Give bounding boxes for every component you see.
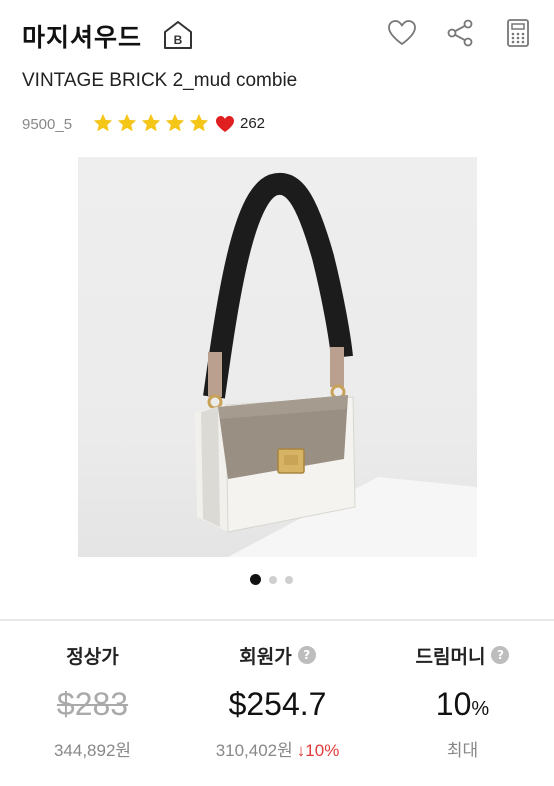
star-icon bbox=[93, 113, 113, 132]
star-icon bbox=[141, 113, 161, 132]
member-price-label-text: 회원가 bbox=[239, 645, 292, 668]
header: 마지셔우드 B bbox=[0, 0, 554, 70]
carousel-dot[interactable] bbox=[269, 575, 277, 584]
regular-price-krw: 344,892원 bbox=[53, 741, 132, 760]
star-icon bbox=[165, 113, 185, 132]
dream-money-value: 10 bbox=[435, 686, 472, 722]
badge-letter: B bbox=[174, 33, 183, 47]
member-price-krw: 310,402원 bbox=[215, 741, 293, 760]
dream-money-unit: % bbox=[471, 698, 490, 720]
handbag-illustration bbox=[78, 157, 477, 557]
rating-stars[interactable] bbox=[92, 112, 210, 136]
member-price-help-icon[interactable]: ? bbox=[297, 646, 316, 664]
member-price-label: 회원가 ? bbox=[185, 640, 370, 670]
regular-price-label-text: 정상가 bbox=[66, 645, 119, 668]
product-image[interactable] bbox=[78, 157, 477, 557]
dream-money-label-text: 드림머니 bbox=[415, 645, 486, 668]
likes-heart-icon[interactable] bbox=[215, 114, 235, 134]
dream-money-note: 최대 bbox=[446, 741, 479, 760]
regular-price-column: 정상가 $283 344,892원 bbox=[0, 640, 185, 761]
wishlist-heart-icon[interactable] bbox=[387, 18, 417, 48]
brand-badge-icon[interactable]: B bbox=[161, 18, 195, 52]
member-discount: ↓10% bbox=[296, 741, 340, 760]
brand-name[interactable]: 마지셔우드 bbox=[22, 18, 142, 54]
product-meta: 9500_5 262 bbox=[22, 112, 342, 138]
carousel-dot[interactable] bbox=[250, 574, 261, 585]
calculator-icon[interactable] bbox=[503, 18, 533, 48]
product-code: 9500_5 bbox=[22, 116, 73, 133]
dream-money-help-icon[interactable]: ? bbox=[491, 646, 510, 664]
member-price-usd: $254.7 bbox=[228, 686, 327, 722]
likes-count: 262 bbox=[240, 115, 266, 132]
share-icon[interactable] bbox=[445, 18, 475, 48]
star-icon bbox=[189, 113, 209, 132]
regular-price-label: 정상가 bbox=[0, 640, 185, 670]
carousel-indicator[interactable] bbox=[250, 574, 293, 585]
member-price-column: 회원가 ? $254.7 310,402원 ↓10% bbox=[185, 640, 370, 761]
member-price-sub: 310,402원 ↓10% bbox=[185, 736, 370, 761]
carousel-dot[interactable] bbox=[285, 575, 293, 584]
dream-money-rate: 10% bbox=[370, 686, 554, 726]
divider bbox=[0, 619, 554, 621]
dream-money-column: 드림머니 ? 10% 최대 bbox=[370, 640, 554, 761]
product-title: VINTAGE BRICK 2_mud combie bbox=[22, 70, 298, 91]
regular-price-usd: $283 bbox=[56, 686, 129, 722]
star-icon bbox=[117, 113, 137, 132]
dream-money-label: 드림머니 ? bbox=[370, 640, 554, 670]
